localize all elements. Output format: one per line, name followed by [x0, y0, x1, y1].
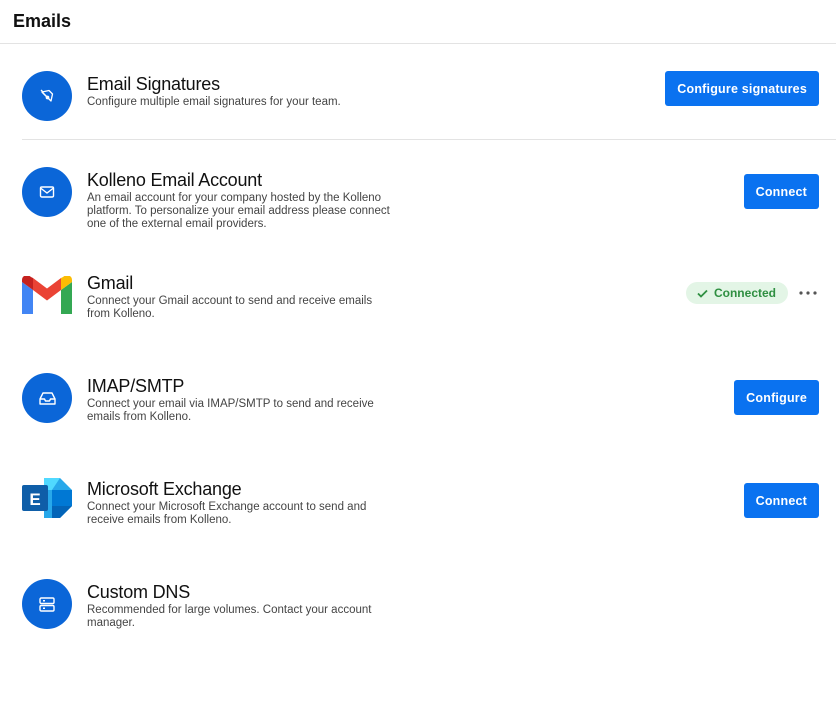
checkmark-icon [697, 289, 708, 298]
item-title: Kolleno Email Account [87, 170, 262, 190]
imap-smtp-text: IMAP/SMTP Connect your email via IMAP/SM… [87, 375, 397, 424]
item-title: Custom DNS [87, 582, 191, 602]
item-description: Connect your email via IMAP/SMTP to send… [87, 398, 374, 423]
exchange-logo-icon: E [22, 476, 72, 526]
item-description: An email account for your company hosted… [87, 192, 390, 230]
item-title: Email Signatures [87, 74, 220, 94]
item-title: Microsoft Exchange [87, 479, 242, 499]
svg-text:E: E [29, 490, 40, 509]
custom-dns-text: Custom DNS Recommended for large volumes… [87, 581, 397, 630]
email-signatures-row: Email Signatures Configure multiple emai… [22, 71, 819, 121]
kolleno-email-account-text: Kolleno Email Account An email account f… [87, 169, 397, 231]
connect-kolleno-button[interactable]: Connect [743, 174, 819, 209]
item-title: Gmail [87, 273, 134, 293]
server-icon [22, 579, 72, 629]
connect-exchange-button[interactable]: Connect [743, 483, 819, 518]
item-description: Recommended for large volumes. Contact y… [87, 604, 372, 629]
header: Emails [0, 0, 836, 44]
kolleno-email-account-row: Kolleno Email Account An email account f… [22, 167, 819, 230]
item-description: Connect your Microsoft Exchange account … [87, 501, 367, 526]
gmail-logo-icon [22, 270, 72, 320]
more-options-icon[interactable] [797, 282, 819, 304]
item-description: Connect your Gmail account to send and r… [87, 295, 373, 320]
divider [22, 139, 836, 140]
status-text: Connected [713, 286, 776, 300]
configure-imap-button[interactable]: Configure [734, 380, 819, 415]
gmail-text: Gmail Connect your Gmail account to send… [87, 272, 397, 321]
page-title: Emails [13, 11, 72, 31]
configure-signatures-button[interactable]: Configure signatures [665, 71, 819, 106]
pen-nib-icon [22, 71, 72, 121]
connected-status-badge: Connected [685, 282, 788, 304]
envelope-icon [22, 167, 72, 217]
microsoft-exchange-row: E Microsoft Exchange Connect your Micros… [22, 476, 819, 526]
inbox-tray-icon [22, 373, 72, 423]
item-title: IMAP/SMTP [87, 376, 185, 396]
custom-dns-row: Custom DNS Recommended for large volumes… [22, 579, 819, 629]
microsoft-exchange-text: Microsoft Exchange Connect your Microsof… [87, 478, 397, 527]
gmail-row: Gmail Connect your Gmail account to send… [22, 270, 819, 320]
imap-smtp-row: IMAP/SMTP Connect your email via IMAP/SM… [22, 373, 819, 423]
email-signatures-text: Email Signatures Configure multiple emai… [87, 73, 397, 109]
item-description: Configure multiple email signatures for … [87, 96, 341, 108]
